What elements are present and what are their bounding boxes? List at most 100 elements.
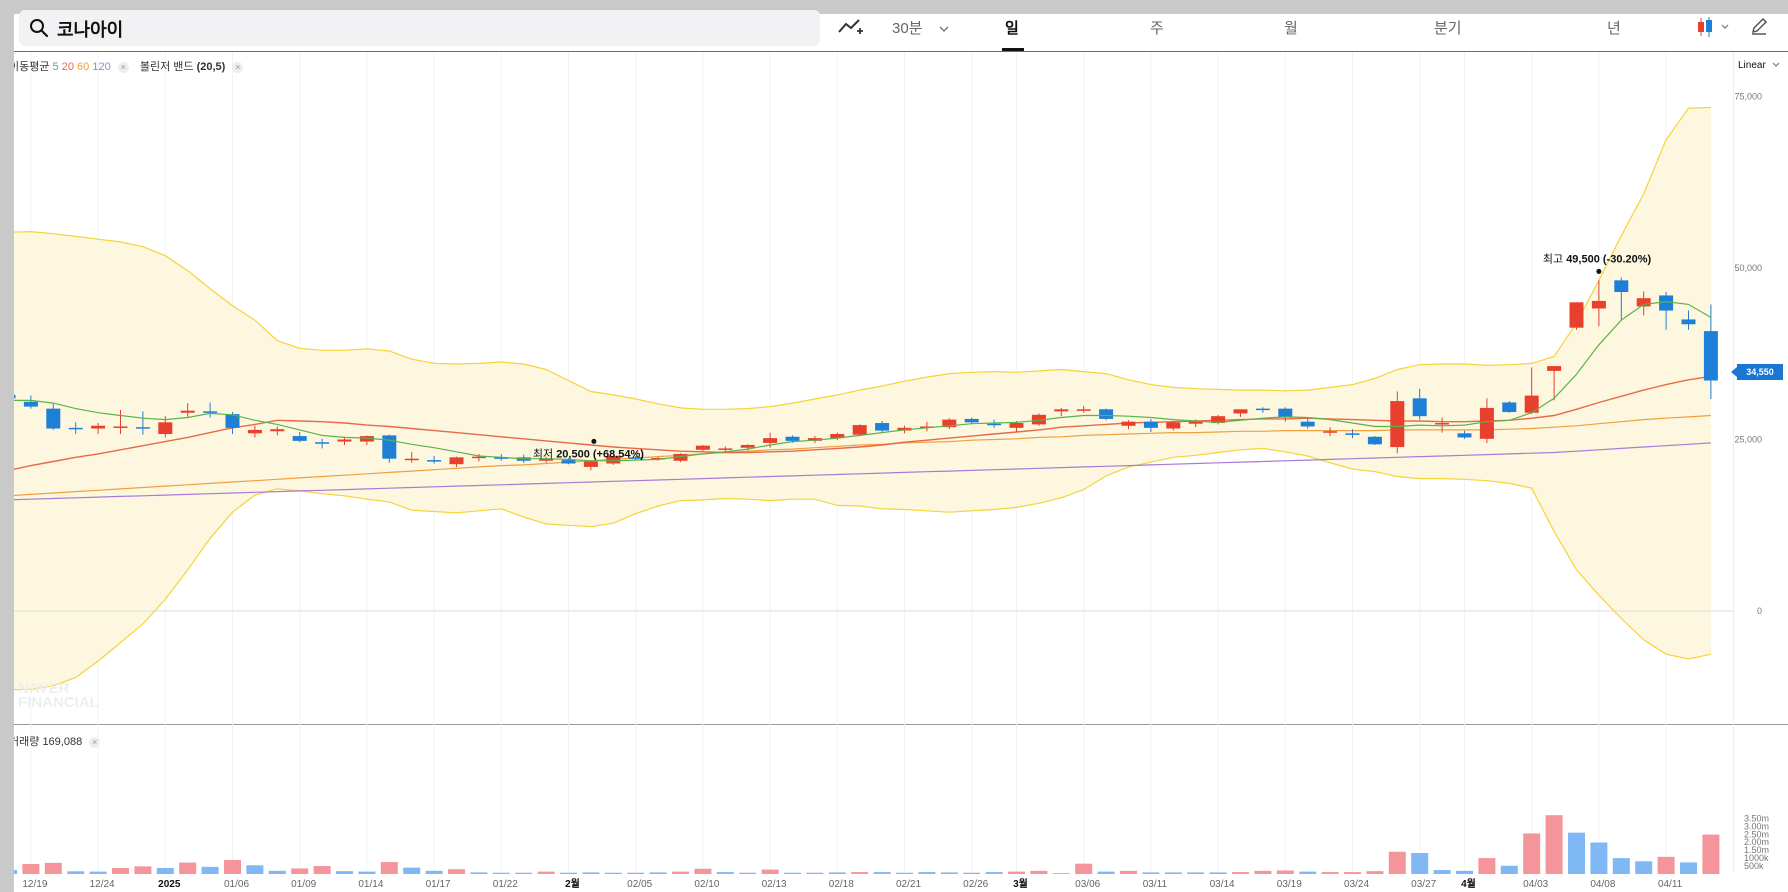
- volume-bar: [1142, 872, 1160, 874]
- tab-day[interactable]: 일: [1005, 17, 1019, 38]
- chevron-down-icon: [939, 26, 949, 33]
- volume-bar: [672, 871, 689, 874]
- date-axis-label: 3월: [1013, 878, 1028, 890]
- tab-year[interactable]: 년: [1607, 17, 1621, 38]
- candle-body: [113, 426, 128, 428]
- volume-bar: [784, 872, 801, 874]
- candle-body: [1076, 409, 1091, 411]
- remove-bollinger-icon[interactable]: ×: [232, 61, 244, 73]
- candle-body: [449, 457, 464, 465]
- candle-chart-type-icon[interactable]: [1696, 16, 1734, 38]
- remove-ma-icon[interactable]: ×: [117, 61, 129, 73]
- candle-body: [337, 439, 352, 442]
- pencil-icon[interactable]: [1749, 16, 1769, 36]
- volume-bar: [336, 871, 353, 874]
- date-axis-label: 2월: [565, 878, 580, 890]
- tab-month[interactable]: 월: [1284, 17, 1298, 38]
- add-indicator-icon[interactable]: [837, 16, 865, 38]
- volume-bar: [1702, 834, 1720, 874]
- scale-label: Linear: [1738, 60, 1766, 71]
- volume-bar: [896, 872, 913, 874]
- volume-bar: [179, 862, 197, 874]
- scale-dropdown[interactable]: Linear: [1738, 60, 1780, 71]
- interval-dropdown[interactable]: 30분: [892, 17, 949, 38]
- volume-bar: [1500, 865, 1518, 874]
- stock-search-input[interactable]: 코나아이: [19, 10, 820, 46]
- volume-bar: [112, 867, 129, 874]
- volume-bar: [1388, 851, 1406, 874]
- naver-financial-watermark: NAVER FINANCIAL: [18, 681, 99, 710]
- volume-bar: [985, 872, 1003, 874]
- tab-quarter[interactable]: 분기: [1434, 17, 1462, 38]
- stock-chart[interactable]: 최고 49,500 (-30.20%) 최저 20,500 (+68.54%) 75…: [0, 0, 1788, 892]
- volume-bar: [201, 866, 219, 874]
- volume-bar: [380, 862, 398, 874]
- candle-body: [1143, 421, 1158, 428]
- volume-bar: [694, 868, 712, 874]
- volume-legend: 거래량 169,088 ×: [9, 733, 101, 749]
- volume-bar: [1523, 833, 1541, 874]
- candle-body: [1502, 402, 1517, 413]
- candle-body: [247, 429, 262, 434]
- interval-label: 30분: [892, 20, 923, 37]
- volume-bar: [918, 872, 936, 874]
- candle-body: [1166, 422, 1181, 429]
- candle-body: [1412, 398, 1427, 417]
- price-axis-label: 25,000: [1734, 435, 1762, 445]
- ma60-label: 60: [77, 61, 90, 73]
- candle-body: [875, 423, 890, 431]
- chevron-down-icon: [1772, 62, 1780, 67]
- date-axis-label: 03/19: [1277, 879, 1302, 890]
- bollinger-band-area: [8, 107, 1711, 690]
- volume-bar: [1344, 872, 1361, 874]
- price-axis-label: 75,000: [1734, 92, 1762, 102]
- search-value[interactable]: 코나아이: [57, 16, 123, 42]
- volume-axis-label: 500k: [1744, 861, 1764, 871]
- volume-bar: [1276, 870, 1294, 874]
- candle-body: [180, 410, 195, 413]
- date-axis-label: 12/19: [22, 879, 47, 890]
- candle-body: [46, 408, 61, 429]
- candle-body: [785, 436, 800, 441]
- candle-body: [23, 401, 38, 407]
- price-axis-label: 0: [1757, 606, 1762, 616]
- volume-bar: [1008, 871, 1025, 874]
- search-icon[interactable]: [29, 18, 49, 38]
- candle-body: [1255, 408, 1270, 411]
- candle-body: [427, 460, 442, 462]
- volume-bar: [1590, 842, 1608, 874]
- remove-volume-icon[interactable]: ×: [89, 736, 101, 748]
- candle-body: [292, 436, 307, 441]
- volume-bar: [1232, 872, 1249, 874]
- volume-bar: [963, 872, 981, 874]
- volume-value: 169,088: [42, 736, 83, 748]
- volume-bar: [291, 868, 309, 874]
- candle-body: [964, 418, 979, 423]
- candle-body: [1681, 319, 1696, 325]
- volume-bar: [560, 872, 577, 874]
- date-axis-label: 02/13: [762, 879, 787, 890]
- chart-toolbar: 코나아이 30분 일 주 월 분기 년: [14, 10, 1788, 52]
- date-axis-label: 4월: [1461, 878, 1476, 890]
- volume-bar: [851, 872, 869, 874]
- date-axis-label: 03/24: [1344, 879, 1369, 890]
- candle-body: [852, 425, 867, 435]
- volume-bar: [448, 869, 465, 874]
- volume-bar: [134, 866, 152, 874]
- low-marker: [591, 438, 597, 444]
- candle-body: [1300, 421, 1315, 427]
- volume-bar: [1030, 870, 1048, 874]
- low-annotation: 최저 20,500 (+68.54%): [533, 447, 644, 460]
- date-axis-label: 02/26: [963, 879, 988, 890]
- volume-bar: [1612, 858, 1630, 874]
- volume-bar: [1321, 872, 1339, 874]
- volume-bar: [246, 865, 264, 874]
- candle-body: [1233, 409, 1248, 414]
- date-axis-label: 01/22: [493, 879, 518, 890]
- volume-bar: [156, 867, 174, 874]
- candle-body: [1009, 423, 1024, 428]
- bollinger-params: (20,5): [196, 61, 226, 73]
- tab-week[interactable]: 주: [1150, 17, 1164, 38]
- candle-body: [404, 458, 419, 461]
- volume-bar: [358, 871, 376, 874]
